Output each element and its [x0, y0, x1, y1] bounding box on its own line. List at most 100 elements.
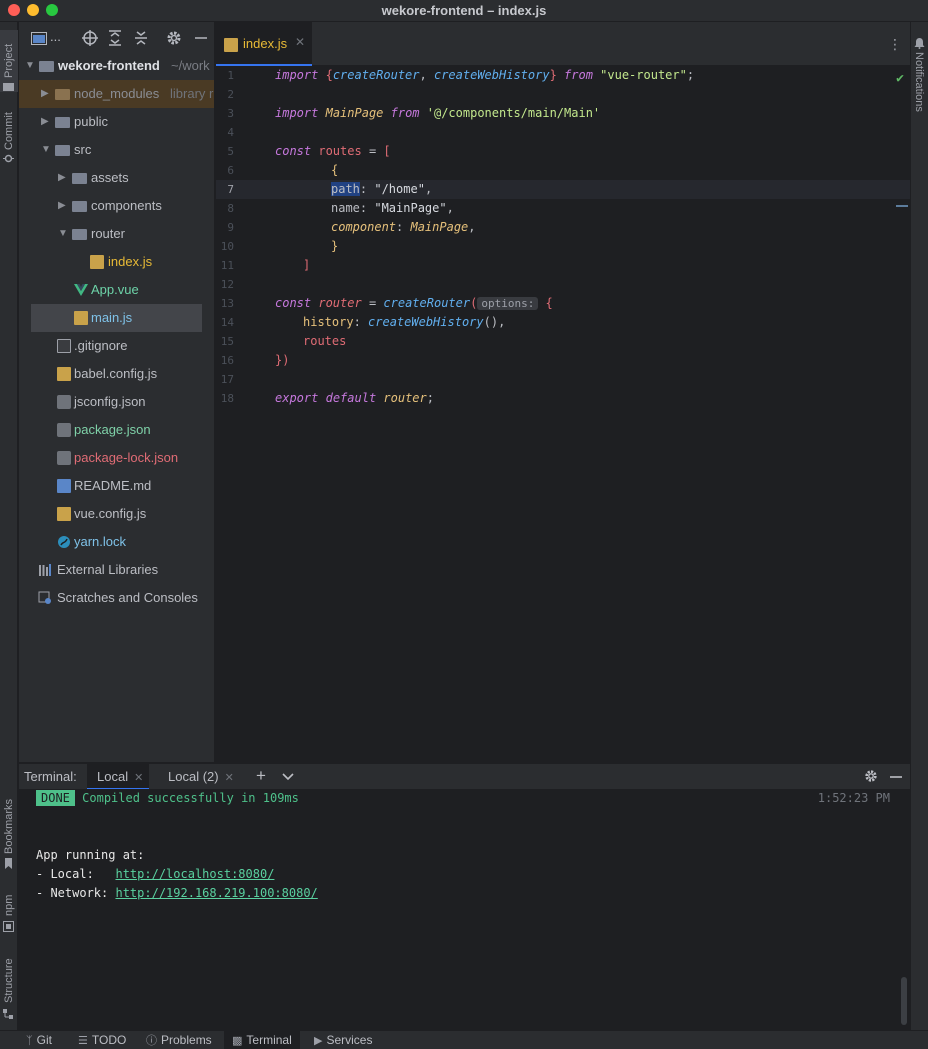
- line-number: 14: [220, 316, 234, 329]
- terminal-status-label: Terminal: [246, 1033, 292, 1047]
- local-url-link[interactable]: http://localhost:8080/: [115, 867, 274, 881]
- code-line: 11 ]: [216, 256, 910, 275]
- tree-item-assets[interactable]: ▶ assets: [19, 164, 214, 192]
- tree-item-path: ~/work: [171, 58, 210, 73]
- terminal-line: App running at:: [36, 848, 145, 862]
- chevron-down-icon[interactable]: ▼: [41, 136, 51, 164]
- config-file-icon: [57, 451, 71, 465]
- tree-item-label: main.js: [91, 310, 133, 325]
- problems-tool-button[interactable]: ⓘ Problems: [146, 1031, 212, 1049]
- npm-tool-label: npm: [3, 894, 15, 916]
- tree-item-app-vue[interactable]: App.vue: [19, 276, 214, 304]
- bookmark-icon: [5, 858, 12, 869]
- chevron-down-icon[interactable]: ▼: [58, 220, 68, 248]
- tree-item-public[interactable]: ▶ public: [19, 108, 214, 136]
- services-icon: ▶: [314, 1035, 323, 1047]
- gear-icon[interactable]: [166, 30, 182, 46]
- terminal-tool-button[interactable]: ▩ Terminal: [224, 1031, 300, 1049]
- close-icon[interactable]: ✕: [134, 772, 143, 784]
- line-number: 10: [220, 240, 234, 253]
- code-line: 15 routes: [216, 332, 910, 351]
- code-text: }: [331, 239, 339, 253]
- project-view-icon[interactable]: [31, 32, 47, 45]
- chevron-down-icon[interactable]: ▼: [25, 52, 35, 80]
- terminal-tab-local-2[interactable]: Local (2) ✕: [158, 764, 250, 790]
- chevron-right-icon[interactable]: ▶: [41, 108, 51, 136]
- tree-item-readme[interactable]: README.md: [19, 472, 214, 500]
- tree-item-label: node_modules: [74, 86, 160, 101]
- project-tool-label: Project: [3, 43, 15, 78]
- code-line: 4: [216, 123, 910, 142]
- tree-item-node-modules[interactable]: ▶ node_modules library r: [19, 80, 214, 108]
- code-line: 5 const routes = [: [216, 142, 910, 161]
- tree-item-label: router: [91, 226, 125, 241]
- code-text: path: "/home",: [331, 182, 433, 196]
- code-text: import {createRouter, createWebHistory} …: [275, 68, 695, 82]
- close-icon[interactable]: ✕: [295, 35, 305, 49]
- terminal-output[interactable]: DONE Compiled successfully in 109ms 1:52…: [19, 789, 910, 1030]
- tree-item-external-libraries[interactable]: External Libraries: [19, 556, 214, 584]
- bookmarks-tool-tab[interactable]: Bookmarks: [0, 792, 18, 872]
- tree-item-components[interactable]: ▶ components: [19, 192, 214, 220]
- tree-item-router[interactable]: ▼ router: [19, 220, 214, 248]
- tree-item-label: README.md: [74, 478, 152, 493]
- chevron-right-icon[interactable]: ▶: [58, 192, 68, 220]
- todo-label: TODO: [91, 1033, 127, 1047]
- terminal-tab-local[interactable]: Local ✕: [87, 764, 149, 790]
- code-line-current: 7 path: "/home",: [216, 180, 910, 199]
- tree-item-label: Scratches and Consoles: [57, 590, 198, 605]
- left-tool-strip: Project Commit Bookmarks npm Structure: [0, 22, 18, 1030]
- structure-tool-tab[interactable]: Structure: [0, 947, 18, 1027]
- chevron-right-icon[interactable]: ▶: [41, 80, 51, 108]
- tree-item-scratches[interactable]: Scratches and Consoles: [19, 584, 214, 612]
- git-tool-button[interactable]: ᛉ Git: [26, 1031, 52, 1049]
- collapse-all-icon[interactable]: [133, 30, 149, 46]
- scratches-icon: [38, 591, 51, 604]
- npm-tool-tab[interactable]: npm: [0, 888, 18, 934]
- tree-item-wekore-frontend[interactable]: ▼ wekore-frontend ~/work: [19, 52, 214, 80]
- chevron-right-icon[interactable]: ▶: [58, 164, 68, 192]
- tree-item-jsconfig[interactable]: jsconfig.json: [19, 388, 214, 416]
- terminal-scrollbar[interactable]: [901, 977, 907, 1025]
- locate-file-icon[interactable]: [82, 30, 98, 46]
- add-terminal-icon[interactable]: +: [256, 766, 266, 786]
- gear-icon[interactable]: [864, 769, 878, 783]
- line-number: 15: [220, 335, 234, 348]
- project-panel: ... ▼ wekore-frontend ~/work ▶ node_modu…: [19, 22, 215, 762]
- tree-item-package-lock[interactable]: package-lock.json: [19, 444, 214, 472]
- more-options-icon[interactable]: ⋮: [888, 36, 902, 53]
- tree-item-index-js[interactable]: index.js: [19, 248, 214, 276]
- tree-item-library-label: library r: [170, 86, 214, 101]
- git-branch-icon: ᛉ: [26, 1035, 33, 1047]
- commit-tool-tab[interactable]: Commit: [0, 102, 18, 166]
- line-number: 3: [227, 107, 234, 120]
- tree-item-gitignore[interactable]: .gitignore: [19, 332, 214, 360]
- hide-panel-icon[interactable]: [889, 770, 903, 784]
- line-number: 7: [227, 183, 234, 196]
- code-text: const router = createRouter(options: {: [275, 296, 553, 310]
- terminal-line: DONE Compiled successfully in 109ms: [36, 789, 299, 808]
- folder-icon: [3, 83, 14, 91]
- tree-item-vue-config[interactable]: vue.config.js: [19, 500, 214, 528]
- line-number: 5: [227, 145, 234, 158]
- terminal-tab-label: Local (2): [168, 769, 219, 784]
- close-icon[interactable]: ✕: [225, 772, 234, 784]
- todo-tool-button[interactable]: ☰ TODO: [78, 1031, 126, 1049]
- project-tool-tab[interactable]: Project: [0, 30, 18, 92]
- tree-item-src[interactable]: ▼ src: [19, 136, 214, 164]
- editor-tab-index-js[interactable]: index.js ✕: [216, 22, 312, 66]
- network-url-link[interactable]: http://192.168.219.100:8080/: [115, 886, 317, 900]
- chevron-down-icon[interactable]: [282, 772, 294, 782]
- terminal-line: - Network: http://192.168.219.100:8080/: [36, 884, 318, 903]
- hide-panel-icon[interactable]: [193, 30, 209, 46]
- project-view-selector[interactable]: ...: [50, 29, 61, 44]
- tree-item-babel-config[interactable]: babel.config.js: [19, 360, 214, 388]
- tree-item-yarn-lock[interactable]: yarn.lock: [19, 528, 214, 556]
- tree-item-package-json[interactable]: package.json: [19, 416, 214, 444]
- code-editor[interactable]: ✔ 1 import {createRouter, createWebHisto…: [216, 66, 910, 762]
- vue-file-icon: [74, 284, 88, 296]
- notifications-tool-tab[interactable]: Notifications: [911, 36, 928, 126]
- expand-all-icon[interactable]: [107, 30, 123, 46]
- tree-item-main-js[interactable]: main.js: [31, 304, 202, 332]
- services-tool-button[interactable]: ▶ Services: [314, 1031, 372, 1049]
